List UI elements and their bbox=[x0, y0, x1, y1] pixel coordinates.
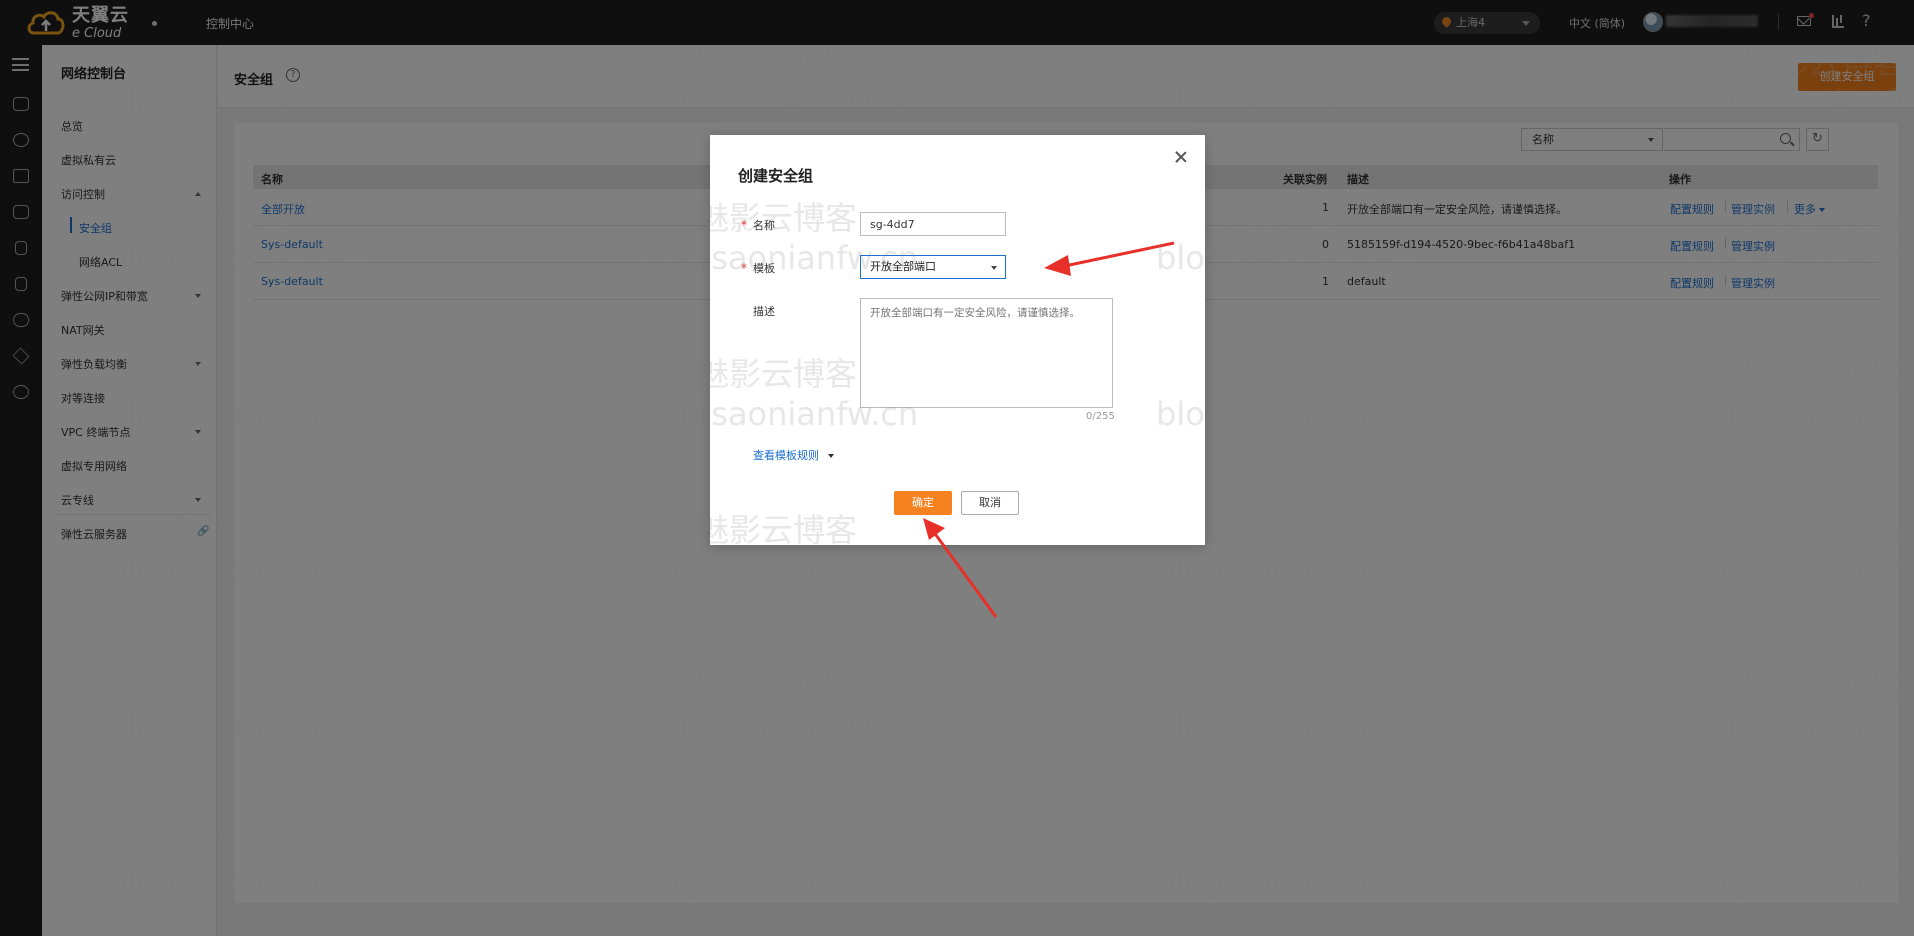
cancel-button[interactable]: 取消 bbox=[961, 491, 1019, 515]
close-icon[interactable] bbox=[1174, 150, 1188, 164]
char-counter: 0/255 bbox=[1086, 411, 1115, 422]
name-label: 名称 bbox=[753, 219, 775, 232]
view-template-rules-toggle[interactable]: 查看模板规则 bbox=[753, 447, 834, 463]
name-field[interactable] bbox=[860, 212, 1006, 236]
view-template-rules-label: 查看模板规则 bbox=[753, 449, 819, 462]
chevron-down-icon bbox=[991, 266, 997, 270]
description-field[interactable] bbox=[860, 298, 1113, 408]
required-mark: * bbox=[741, 218, 747, 232]
create-security-group-dialog: 创建安全组 * 名称 * 模板 开放全部端口 描述 0/255 查看模板规则 确… bbox=[710, 135, 1205, 545]
required-mark: * bbox=[741, 261, 747, 275]
template-label: 模板 bbox=[753, 262, 775, 275]
description-label: 描述 bbox=[753, 305, 775, 318]
confirm-button[interactable]: 确定 bbox=[894, 491, 952, 515]
template-select[interactable]: 开放全部端口 bbox=[860, 255, 1006, 279]
chevron-down-icon bbox=[828, 454, 834, 458]
dialog-title: 创建安全组 bbox=[738, 167, 814, 185]
template-value: 开放全部端口 bbox=[870, 260, 936, 273]
